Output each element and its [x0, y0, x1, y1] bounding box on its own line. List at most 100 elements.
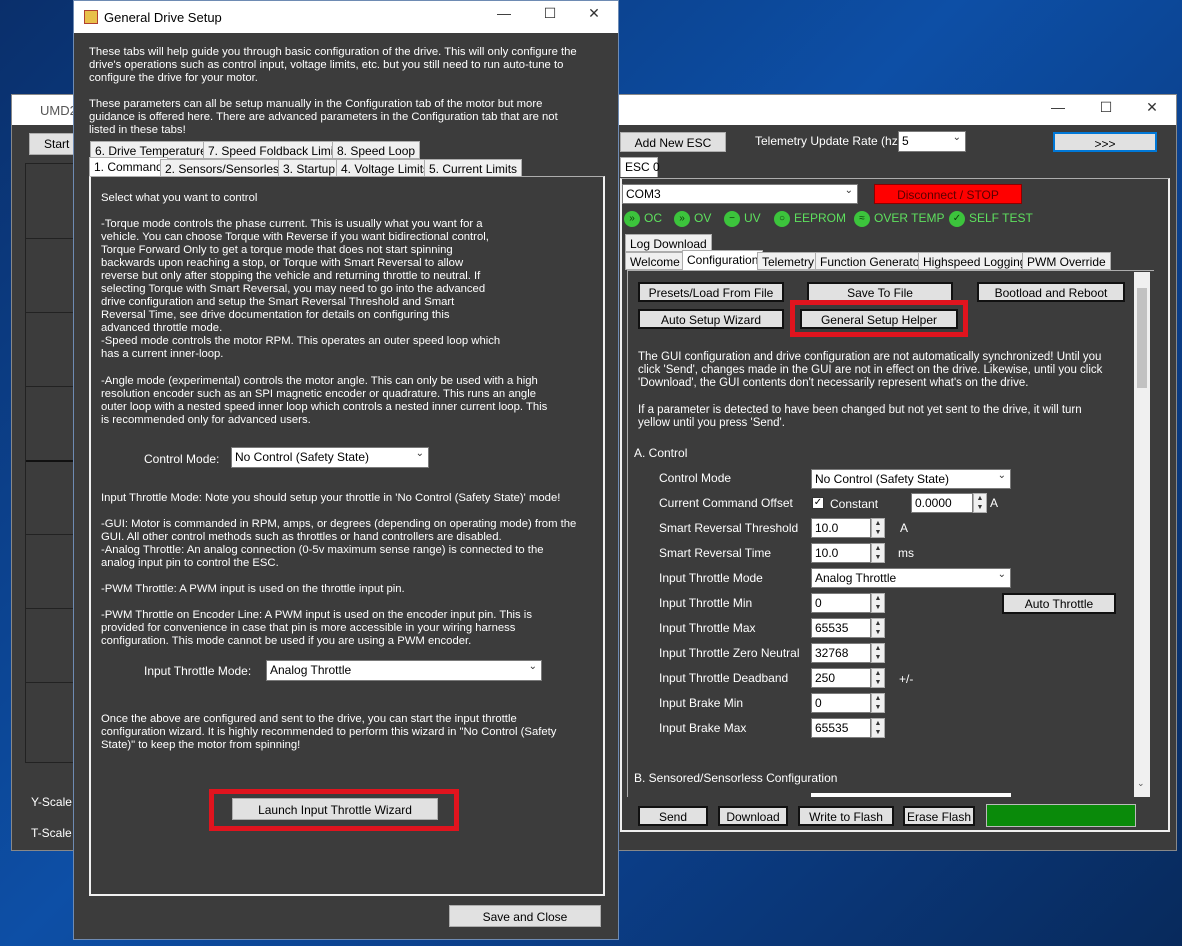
tab-function-generator[interactable]: Function Generator: [815, 252, 929, 270]
minimize-icon[interactable]: —: [1036, 99, 1080, 121]
constant-checkbox[interactable]: ✓: [812, 497, 824, 509]
scrollbar-thumb[interactable]: [1137, 288, 1147, 388]
itzero-stepper[interactable]: ▲ ▼: [871, 643, 885, 663]
srtime-input[interactable]: 10.0: [811, 543, 871, 563]
intro-text-2: These parameters can all be setup manual…: [89, 98, 558, 136]
tab-sensors[interactable]: 2. Sensors/Sensorless: [160, 159, 291, 177]
tab-speed-loop[interactable]: 8. Speed Loop: [332, 141, 421, 159]
tab-esc-0[interactable]: ESC 0: [620, 157, 660, 177]
tab-command[interactable]: 1. Command: [89, 157, 168, 177]
maximize-icon[interactable]: ☐: [528, 5, 572, 27]
section-a-heading: A. Control: [634, 446, 688, 460]
itdead-input[interactable]: 250: [811, 668, 871, 688]
tab-voltage-limits[interactable]: 4. Voltage Limits: [336, 159, 435, 177]
itmin-input[interactable]: 0: [811, 593, 871, 613]
check-icon: ✓: [949, 211, 965, 227]
tab-welcome[interactable]: Welcome: [625, 252, 685, 270]
highlight-box: [790, 300, 968, 337]
current-offset-input[interactable]: 0.0000: [911, 493, 973, 513]
itdead-unit: +/-: [899, 672, 914, 686]
itmax-input[interactable]: 65535: [811, 618, 871, 638]
tab-highspeed-logging[interactable]: Highspeed Logging: [918, 252, 1032, 270]
dialog-titlebar: General Drive Setup — ☐ ✕: [74, 1, 618, 33]
presets-load-button[interactable]: Presets/Load From File: [638, 282, 784, 302]
itmax-stepper[interactable]: ▲ ▼: [871, 618, 885, 638]
chevrons-icon: »: [624, 211, 640, 227]
select-text: Select what you want to control: [101, 192, 258, 204]
chevron-down-icon: ⌄: [528, 661, 537, 672]
control-mode-select[interactable]: No Control (Safety State) ⌄: [811, 469, 1011, 489]
itzero-label: Input Throttle Zero Neutral: [659, 646, 800, 660]
itm-select[interactable]: Analog Throttle ⌄: [266, 660, 542, 681]
itmin-stepper[interactable]: ▲ ▼: [871, 593, 885, 613]
itdead-stepper[interactable]: ▲ ▼: [871, 668, 885, 688]
tab-telemetry[interactable]: Telemetry: [757, 252, 820, 270]
tab-configuration[interactable]: Configuration: [682, 250, 764, 270]
srt-label: Smart Reversal Threshold: [659, 521, 799, 535]
eeprom-icon: ○: [774, 211, 790, 227]
itm-select[interactable]: Analog Throttle ⌄: [811, 568, 1011, 588]
srt-input[interactable]: 10.0: [811, 518, 871, 538]
auto-throttle-button[interactable]: Auto Throttle: [1002, 593, 1116, 614]
gui-text: -GUI: Motor is commanded in RPM, amps, o…: [101, 518, 577, 543]
tab-startup[interactable]: 3. Startup: [278, 159, 341, 177]
chevron-down-icon[interactable]: ⌄: [1137, 778, 1145, 789]
tab-current-limits[interactable]: 5. Current Limits: [424, 159, 523, 177]
status-eeprom: ○ EEPROM: [774, 211, 846, 227]
control-mode-label: Control Mode:: [144, 452, 220, 466]
speed-text: -Speed mode controls the motor RPM. This…: [101, 335, 501, 360]
close-icon[interactable]: ✕: [1130, 99, 1174, 121]
itzero-input[interactable]: 32768: [811, 643, 871, 663]
config-scrollbar[interactable]: ⌄: [1134, 272, 1150, 797]
bootload-button[interactable]: Bootload and Reboot: [977, 282, 1125, 302]
chevron-down-icon: ⌄: [997, 569, 1006, 580]
ibmax-input[interactable]: 65535: [811, 718, 871, 738]
ibmin-input[interactable]: 0: [811, 693, 871, 713]
constant-label: Constant: [830, 497, 879, 511]
add-esc-button[interactable]: Add New ESC: [620, 132, 726, 152]
srtime-unit: ms: [898, 546, 914, 560]
itm-label: Input Throttle Mode:: [144, 664, 252, 678]
app-icon: [84, 10, 98, 24]
save-and-close-button[interactable]: Save and Close: [449, 905, 601, 927]
tscale-label: T-Scale: [31, 826, 72, 840]
ibmax-label: Input Brake Max: [659, 721, 747, 735]
telemetry-rate-select[interactable]: 5 ⌄: [898, 131, 966, 152]
srt-stepper[interactable]: ▲ ▼: [871, 518, 885, 538]
tab-pwm-override[interactable]: PWM Override: [1022, 252, 1111, 270]
tab-speed-foldback[interactable]: 7. Speed Foldback Limits: [203, 141, 348, 159]
expand-button[interactable]: >>>: [1053, 132, 1157, 152]
chevron-down-icon: ⌄: [844, 185, 853, 196]
status-over-temp: ≈ OVER TEMP: [854, 211, 944, 227]
current-offset-stepper[interactable]: ▲ ▼: [973, 493, 987, 513]
sync-info-text: The GUI configuration and drive configur…: [638, 351, 1103, 389]
itm-note: Input Throttle Mode: Note you should set…: [101, 492, 561, 504]
download-button[interactable]: Download: [718, 806, 788, 826]
ibmin-stepper[interactable]: ▲ ▼: [871, 693, 885, 713]
write-flash-button[interactable]: Write to Flash: [798, 806, 894, 826]
itmin-label: Input Throttle Min: [659, 596, 753, 610]
umd2-title: UMD2: [12, 95, 80, 125]
send-button[interactable]: Send: [638, 806, 708, 826]
ibmax-stepper[interactable]: ▲ ▼: [871, 718, 885, 738]
launch-throttle-wizard-button[interactable]: Launch Input Throttle Wizard: [232, 798, 438, 820]
com-port-select[interactable]: COM3 ⌄: [622, 184, 858, 204]
control-mode-label: Control Mode: [659, 471, 732, 485]
minimize-icon[interactable]: —: [482, 5, 526, 27]
auto-setup-wizard-button[interactable]: Auto Setup Wizard: [638, 309, 784, 329]
wizard-text: Once the above are configured and sent t…: [101, 713, 557, 751]
control-mode-select[interactable]: No Control (Safety State) ⌄: [231, 447, 429, 468]
srtime-stepper[interactable]: ▲ ▼: [871, 543, 885, 563]
progress-bar: [986, 804, 1136, 827]
com-port-value: COM3: [626, 187, 661, 201]
pwm-text: -PWM Throttle: A PWM input is used on th…: [101, 583, 405, 595]
status-uv: − UV: [724, 211, 761, 227]
telemetry-rate-value: 5: [902, 134, 909, 148]
disconnect-button[interactable]: Disconnect / STOP: [874, 184, 1022, 204]
save-to-file-button[interactable]: Save To File: [807, 282, 953, 302]
close-icon[interactable]: ✕: [572, 5, 616, 27]
status-oc: » OC: [624, 211, 662, 227]
erase-flash-button[interactable]: Erase Flash: [903, 806, 975, 826]
chevron-down-icon: ⌄: [952, 132, 961, 143]
maximize-icon[interactable]: ☐: [1084, 99, 1128, 121]
